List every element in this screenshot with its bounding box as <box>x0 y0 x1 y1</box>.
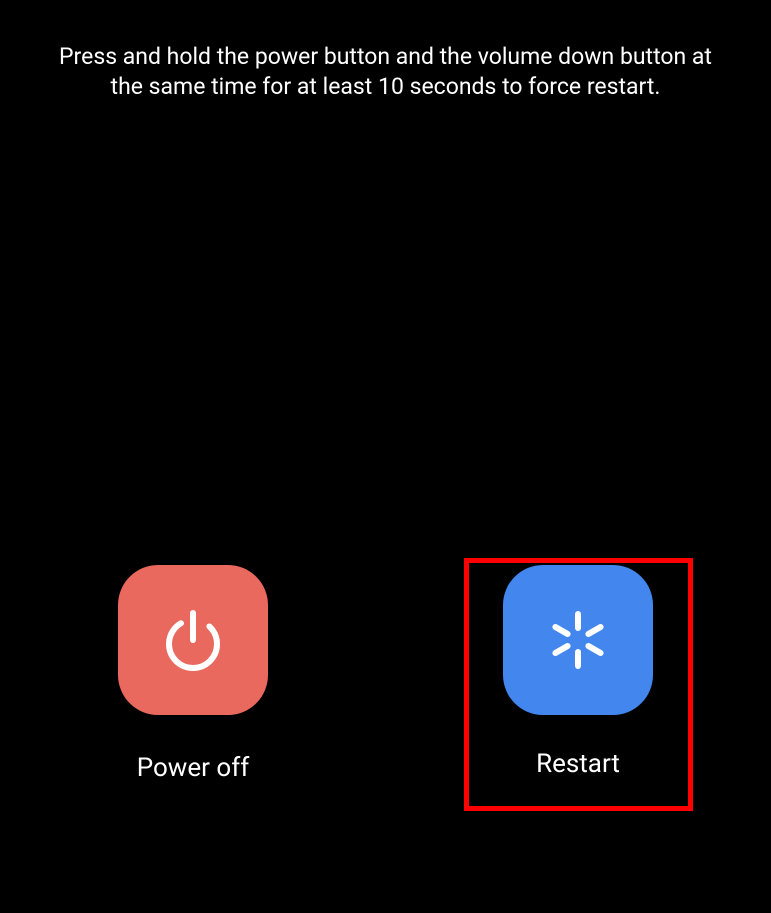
power-off-label: Power off <box>137 753 250 783</box>
restart-label: Restart <box>536 749 620 779</box>
power-actions-row: Power off Restart <box>0 565 771 809</box>
instruction-text: Press and hold the power button and the … <box>0 0 771 102</box>
restart-icon <box>503 565 653 715</box>
restart-button[interactable]: Restart <box>466 560 691 809</box>
power-off-button[interactable]: Power off <box>81 565 306 809</box>
power-icon <box>118 565 268 715</box>
